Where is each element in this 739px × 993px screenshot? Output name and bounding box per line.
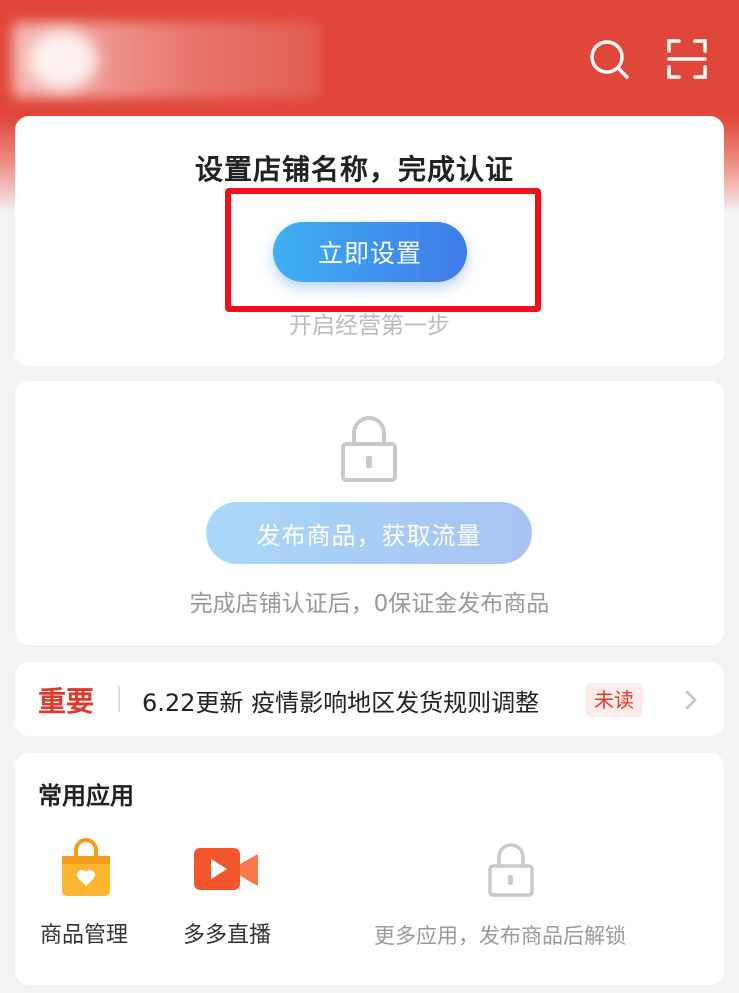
- app-label-product-management[interactable]: 商品管理: [40, 917, 128, 949]
- lock-icon: [487, 842, 535, 902]
- setup-title: 设置店铺名称，完成认证: [194, 153, 514, 186]
- chevron-right-icon[interactable]: [682, 688, 700, 712]
- video-camera-icon[interactable]: [194, 846, 260, 898]
- lock-icon: [339, 414, 399, 484]
- unread-badge: 未读: [585, 683, 643, 717]
- apps-title: 常用应用: [38, 782, 134, 810]
- important-tag: 重要: [38, 685, 95, 718]
- shopping-bag-icon[interactable]: [60, 838, 112, 902]
- locked-apps-text: 更多应用，发布商品后解锁: [374, 924, 626, 948]
- app-label-live-stream[interactable]: 多多直播: [183, 917, 271, 949]
- publish-subtitle: 完成店铺认证后，0保证金发布商品: [189, 591, 550, 617]
- publish-product-button[interactable]: 发布商品，获取流量: [206, 502, 532, 564]
- search-icon[interactable]: [588, 38, 630, 80]
- blurred-avatar: [28, 30, 98, 90]
- scan-icon[interactable]: [666, 38, 708, 80]
- notice-text[interactable]: 6.22更新 疫情影响地区发货规则调整: [142, 683, 539, 718]
- notice-divider: [118, 686, 120, 712]
- highlight-box: [225, 188, 541, 312]
